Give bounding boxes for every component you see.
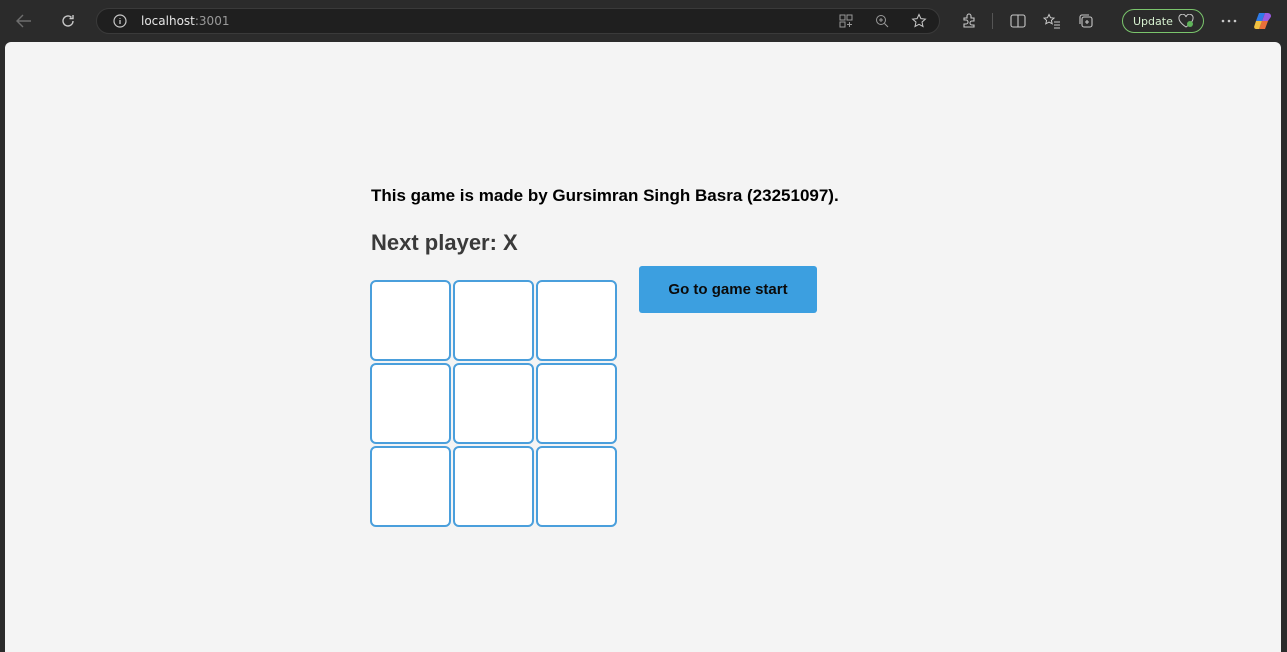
board-square-2[interactable] bbox=[536, 280, 617, 361]
refresh-icon[interactable] bbox=[57, 10, 79, 32]
board-square-7[interactable] bbox=[453, 446, 534, 527]
board-square-3[interactable] bbox=[370, 363, 451, 444]
copilot-icon[interactable] bbox=[1252, 10, 1274, 32]
update-label: Update bbox=[1133, 14, 1173, 28]
app-grid-icon[interactable] bbox=[835, 10, 857, 32]
board-square-0[interactable] bbox=[370, 280, 451, 361]
url-text: localhost:3001 bbox=[141, 14, 229, 28]
url-host: localhost bbox=[141, 14, 195, 28]
address-bar[interactable]: localhost:3001 bbox=[96, 8, 940, 34]
url-port: :3001 bbox=[194, 14, 230, 28]
extensions-icon[interactable] bbox=[958, 10, 980, 32]
board-square-8[interactable] bbox=[536, 446, 617, 527]
zoom-icon[interactable] bbox=[871, 10, 893, 32]
go-to-game-start-button[interactable]: Go to game start bbox=[639, 266, 817, 313]
favorite-star-icon[interactable] bbox=[908, 10, 930, 32]
page-viewport: This game is made by Gursimran Singh Bas… bbox=[5, 42, 1281, 652]
credit-text: This game is made by Gursimran Singh Bas… bbox=[371, 186, 839, 205]
board-square-6[interactable] bbox=[370, 446, 451, 527]
browser-window: localhost:3001 Update This game is made … bbox=[0, 0, 1287, 652]
collections-icon[interactable] bbox=[1075, 10, 1097, 32]
split-screen-icon[interactable] bbox=[1007, 10, 1029, 32]
more-icon[interactable] bbox=[1218, 10, 1240, 32]
game-status: Next player: X bbox=[371, 230, 518, 255]
game-board bbox=[370, 280, 619, 529]
heart-icon bbox=[1178, 13, 1194, 31]
favorites-icon[interactable] bbox=[1041, 10, 1063, 32]
board-square-5[interactable] bbox=[536, 363, 617, 444]
update-button[interactable]: Update bbox=[1122, 9, 1204, 33]
site-info-icon[interactable] bbox=[109, 10, 131, 32]
toolbar-divider bbox=[992, 13, 993, 29]
browser-toolbar: localhost:3001 Update bbox=[0, 0, 1287, 42]
back-icon[interactable] bbox=[13, 10, 35, 32]
board-square-4[interactable] bbox=[453, 363, 534, 444]
board-square-1[interactable] bbox=[453, 280, 534, 361]
